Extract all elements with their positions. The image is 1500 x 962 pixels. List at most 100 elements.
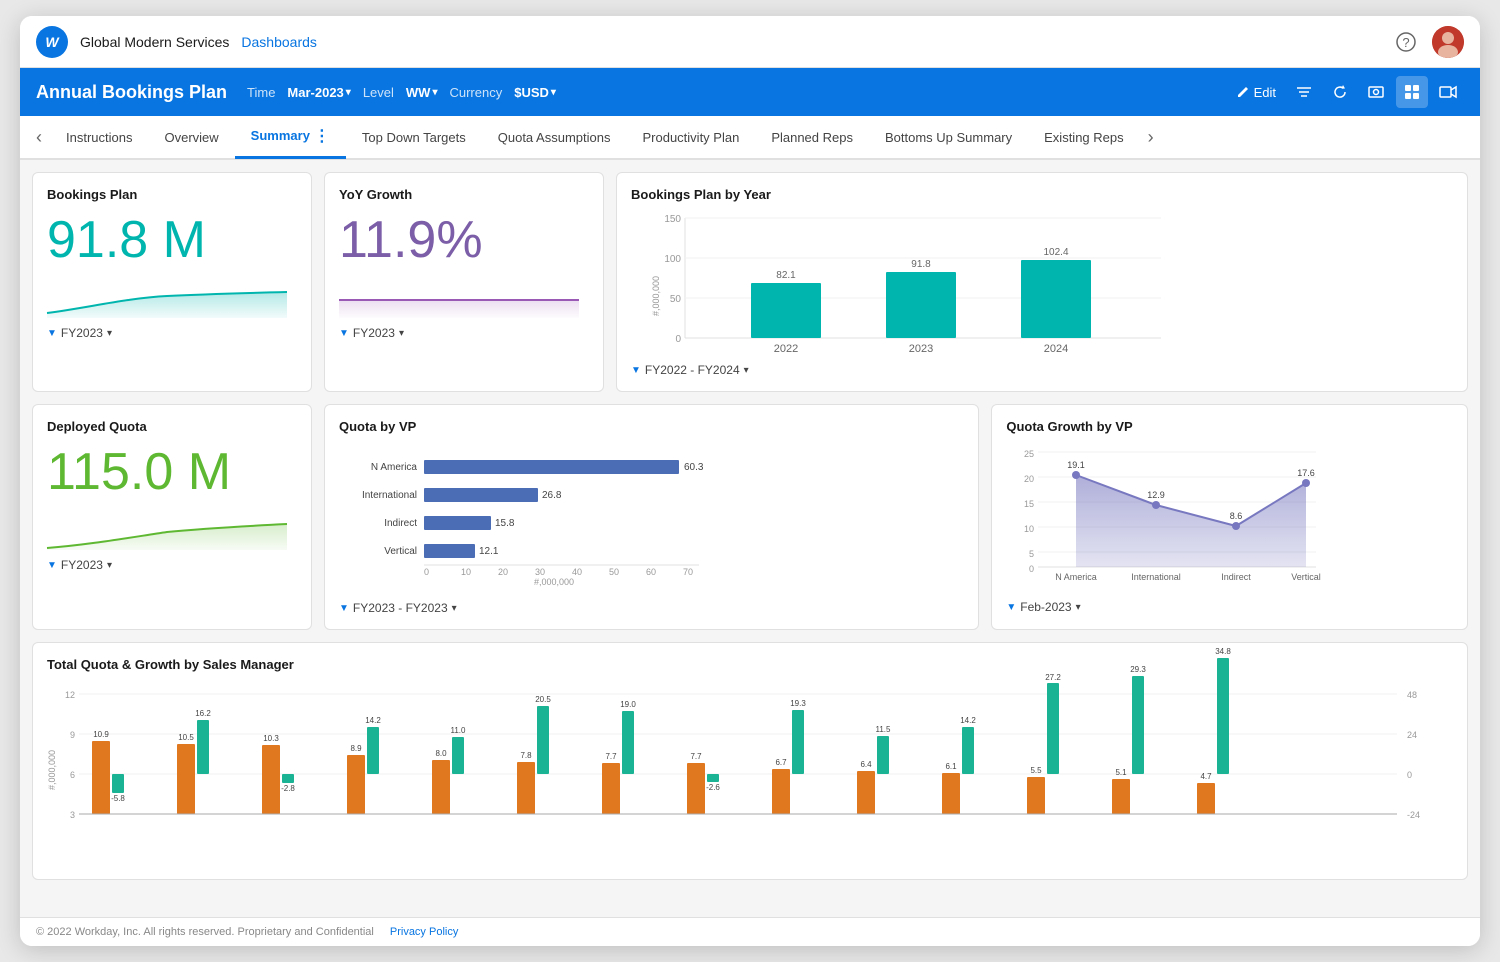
bookings-plan-title: Bookings Plan [47, 187, 297, 202]
svg-text:International: International [362, 490, 417, 501]
bookings-plan-card: Bookings Plan 91.8 M [32, 172, 312, 392]
tab-top-down-targets[interactable]: Top Down Targets [346, 115, 482, 159]
svg-text:102.4: 102.4 [1043, 247, 1068, 258]
svg-text:14.2: 14.2 [365, 716, 381, 725]
svg-text:34.8: 34.8 [1215, 647, 1231, 656]
time-label: Time [247, 85, 275, 100]
footer-chevron4-icon: ▾ [107, 560, 112, 571]
bookings-plan-value: 91.8 M [47, 210, 297, 270]
tab-planned-reps[interactable]: Planned Reps [755, 115, 869, 159]
copyright-text: © 2022 Workday, Inc. All rights reserved… [36, 926, 374, 938]
tab-instructions[interactable]: Instructions [50, 115, 148, 159]
svg-text:0: 0 [1407, 770, 1412, 780]
svg-text:19.1: 19.1 [1068, 460, 1086, 470]
filter-settings-icon[interactable] [1288, 76, 1320, 108]
svg-text:16.2: 16.2 [195, 709, 211, 718]
level-filter[interactable]: WW ▾ [406, 85, 438, 100]
svg-text:15.8: 15.8 [495, 518, 515, 529]
svg-text:Indirect: Indirect [384, 518, 417, 529]
filter-marker3-icon: ▼ [631, 365, 641, 376]
svg-text:6.4: 6.4 [860, 760, 872, 769]
svg-text:5: 5 [1029, 549, 1034, 559]
svg-text:10: 10 [1024, 524, 1034, 534]
footer-chevron-icon: ▾ [107, 328, 112, 339]
quota-growth-vp-footer[interactable]: ▼ Feb-2023 ▾ [1006, 600, 1453, 614]
tabs-bar: ‹ Instructions Overview Summary ⋮ Top Do… [20, 116, 1480, 160]
svg-text:10.3: 10.3 [263, 734, 279, 743]
tab-existing-reps[interactable]: Existing Reps [1028, 115, 1139, 159]
screenshot-icon[interactable] [1360, 76, 1392, 108]
svg-text:Vertical: Vertical [384, 546, 417, 557]
grid-view-icon[interactable] [1396, 76, 1428, 108]
svg-text:12: 12 [65, 690, 75, 700]
svg-text:-2.8: -2.8 [281, 784, 295, 793]
svg-text:27.2: 27.2 [1045, 673, 1061, 682]
tab-quota-assumptions[interactable]: Quota Assumptions [482, 115, 627, 159]
svg-text:6.7: 6.7 [775, 758, 787, 767]
bookings-by-year-footer[interactable]: ▼ FY2022 - FY2024 ▾ [631, 363, 1453, 377]
time-filter[interactable]: Mar-2023 ▾ [287, 85, 350, 100]
filter-marker2-icon: ▼ [339, 328, 349, 339]
svg-text:2023: 2023 [909, 343, 933, 355]
yoy-growth-value: 11.9% [339, 210, 589, 270]
svg-text:8.9: 8.9 [350, 744, 362, 753]
bookings-by-year-title: Bookings Plan by Year [631, 187, 1453, 202]
svg-text:19.3: 19.3 [790, 699, 806, 708]
company-name: Global Modern Services [80, 34, 229, 50]
svg-text:-2.6: -2.6 [706, 783, 720, 792]
svg-text:20.5: 20.5 [535, 695, 551, 704]
help-icon[interactable]: ? [1392, 28, 1420, 56]
yoy-growth-card: YoY Growth 11.9% [324, 172, 604, 392]
filter-marker5-icon: ▼ [339, 603, 349, 614]
total-quota-card: Total Quota & Growth by Sales Manager 12… [32, 642, 1468, 880]
quota-by-vp-card: Quota by VP N America 60.3 International… [324, 404, 979, 630]
tab-summary[interactable]: Summary ⋮ [235, 115, 346, 159]
tab-overview[interactable]: Overview [148, 115, 234, 159]
currency-filter[interactable]: $USD ▾ [514, 85, 556, 100]
svg-text:10.9: 10.9 [93, 730, 109, 739]
refresh-icon[interactable] [1324, 76, 1356, 108]
edit-button[interactable]: Edit [1228, 81, 1284, 104]
user-avatar[interactable] [1432, 26, 1464, 58]
svg-text:6.1: 6.1 [945, 762, 957, 771]
svg-text:#,000,000: #,000,000 [534, 577, 574, 587]
svg-text:24: 24 [1407, 730, 1417, 740]
bookings-sparkline [47, 278, 297, 318]
tab-next-button[interactable]: › [1140, 115, 1162, 159]
svg-text:30: 30 [535, 567, 545, 577]
time-chevron-icon: ▾ [346, 87, 351, 98]
quota-by-vp-footer[interactable]: ▼ FY2023 - FY2023 ▾ [339, 601, 964, 615]
dashboards-link[interactable]: Dashboards [241, 34, 317, 50]
deployed-quota-footer[interactable]: ▼ FY2023 ▾ [47, 558, 297, 572]
tab-productivity-plan[interactable]: Productivity Plan [626, 115, 755, 159]
svg-text:25: 25 [1024, 449, 1034, 459]
privacy-policy-link[interactable]: Privacy Policy [390, 926, 458, 938]
tab-more-icon[interactable]: ⋮ [314, 126, 330, 146]
yoy-growth-footer[interactable]: ▼ FY2023 ▾ [339, 326, 589, 340]
deployed-quota-value: 115.0 M [47, 442, 297, 502]
footer-chevron2-icon: ▾ [399, 328, 404, 339]
svg-text:8.0: 8.0 [435, 749, 447, 758]
svg-text:7.8: 7.8 [520, 751, 532, 760]
svg-text:6: 6 [70, 770, 75, 780]
bookings-by-year-chart: 150 100 50 0 82.1 2022 [631, 210, 1453, 355]
video-icon[interactable] [1432, 76, 1464, 108]
svg-text:9: 9 [70, 730, 75, 740]
total-quota-chart: 12 9 6 3 48 24 0 -24 #,000,000 [47, 680, 1453, 865]
tab-bottoms-up[interactable]: Bottoms Up Summary [869, 115, 1028, 159]
app-footer: © 2022 Workday, Inc. All rights reserved… [20, 917, 1480, 946]
svg-text:14.2: 14.2 [960, 716, 976, 725]
header-bar: Annual Bookings Plan Time Mar-2023 ▾ Lev… [20, 68, 1480, 116]
tab-prev-button[interactable]: ‹ [28, 115, 50, 159]
svg-text:20: 20 [498, 567, 508, 577]
quota-by-vp-chart: N America 60.3 International 26.8 Indire… [339, 442, 964, 593]
bookings-plan-footer[interactable]: ▼ FY2023 ▾ [47, 326, 297, 340]
svg-text:12.1: 12.1 [479, 546, 499, 557]
footer-chevron6-icon: ▾ [1076, 602, 1081, 613]
svg-text:Indirect: Indirect [1222, 572, 1252, 582]
yoy-growth-title: YoY Growth [339, 187, 589, 202]
svg-text:12.9: 12.9 [1148, 490, 1166, 500]
svg-text:-5.8: -5.8 [111, 794, 125, 803]
svg-text:60.3: 60.3 [684, 462, 704, 473]
svg-text:20: 20 [1024, 474, 1034, 484]
